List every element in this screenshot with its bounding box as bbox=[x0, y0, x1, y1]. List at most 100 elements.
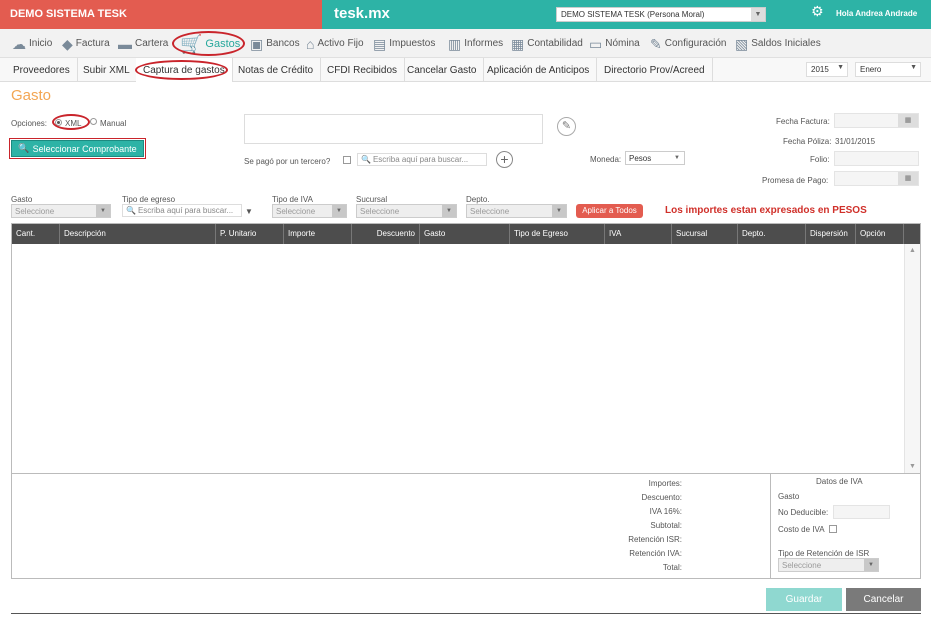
menu-item-cartera[interactable]: ▬ Cartera bbox=[118, 29, 168, 58]
menu-item-label: Cartera bbox=[135, 38, 169, 49]
bank-icon: ▣ bbox=[250, 35, 264, 52]
column-header[interactable]: Importe bbox=[284, 224, 352, 244]
retention-type-select[interactable]: Seleccione ▼ bbox=[778, 558, 879, 572]
card-icon: ▭ bbox=[589, 35, 603, 52]
chevron-down-icon: ▼ bbox=[442, 205, 456, 217]
iva-panel-gasto-label: Gasto bbox=[778, 492, 800, 501]
gasto-filter-label: Gasto bbox=[11, 195, 33, 204]
menu-item-contabilidad[interactable]: ▦ Contabilidad bbox=[511, 29, 583, 58]
menu-item-bancos[interactable]: ▣ Bancos bbox=[250, 29, 300, 58]
invoice-date-label: Fecha Factura: bbox=[776, 117, 830, 126]
depto-filter-select[interactable]: Seleccione ▼ bbox=[466, 204, 567, 218]
scroll-up-icon[interactable]: ▲ bbox=[909, 247, 916, 254]
menu-item-factura[interactable]: ◆ Factura bbox=[62, 29, 110, 58]
no-deducible-field[interactable] bbox=[833, 505, 890, 519]
iva-data-panel: Datos de IVA Gasto No Deducible: Costo d… bbox=[770, 474, 920, 579]
sucursal-filter-select[interactable]: Seleccione ▼ bbox=[356, 204, 457, 218]
gear-icon[interactable]: ⚙ bbox=[811, 4, 825, 18]
menu-item-label: Saldos Iniciales bbox=[751, 38, 821, 49]
column-header[interactable]: Depto. bbox=[738, 224, 806, 244]
menu-item-label: Activo Fijo bbox=[317, 38, 364, 49]
tab-subir-xml[interactable]: Subir XML bbox=[76, 58, 138, 82]
menu-item-nomina[interactable]: ▭ Nómina bbox=[589, 29, 640, 58]
select-voucher-label: Seleccionar Comprobante bbox=[32, 143, 137, 154]
save-button[interactable]: Guardar bbox=[766, 588, 842, 611]
iva-filter-select[interactable]: Seleccione ▼ bbox=[272, 204, 347, 218]
menu-item-activo-fijo[interactable]: ⌂ Activo Fijo bbox=[306, 29, 364, 58]
retention-type-label: Tipo de Retención de ISR bbox=[778, 549, 870, 558]
egreso-search-input[interactable]: 🔍 Escriba aquí para buscar... bbox=[122, 204, 242, 217]
column-header[interactable]: P. Unitario bbox=[216, 224, 284, 244]
folio-field[interactable] bbox=[834, 151, 919, 166]
column-header[interactable]: Opción bbox=[856, 224, 904, 244]
column-header[interactable]: Gasto bbox=[420, 224, 510, 244]
column-header[interactable]: IVA bbox=[605, 224, 672, 244]
column-header[interactable]: Descripción bbox=[60, 224, 216, 244]
tab-cancelar-gasto[interactable]: Cancelar Gasto bbox=[400, 58, 485, 82]
menu-item-label: Impuestos bbox=[389, 38, 436, 49]
third-party-checkbox[interactable] bbox=[343, 156, 351, 164]
year-select-value: 2015 bbox=[811, 65, 829, 74]
chevron-down-icon: ▼ bbox=[552, 205, 566, 217]
descuento-label: Descuento: bbox=[641, 493, 682, 502]
wrench-icon: ✎ bbox=[650, 35, 662, 52]
cancel-button[interactable]: Cancelar bbox=[846, 588, 921, 611]
tab-cfdi-recibidos[interactable]: CFDI Recibidos bbox=[320, 58, 406, 82]
menu-item-impuestos[interactable]: ▤ Impuestos bbox=[373, 29, 435, 58]
voucher-textarea[interactable] bbox=[244, 114, 543, 144]
egreso-search-placeholder: Escriba aquí para buscar... bbox=[137, 206, 234, 215]
chevron-down-icon[interactable]: ▼ bbox=[245, 207, 253, 216]
calendar-icon[interactable]: ▦ bbox=[898, 172, 918, 185]
costo-iva-checkbox[interactable] bbox=[829, 525, 837, 533]
radio-manual[interactable] bbox=[90, 118, 97, 125]
sucursal-filter-label: Sucursal bbox=[356, 195, 388, 204]
apply-all-button[interactable]: Aplicar a Todos bbox=[576, 204, 643, 218]
depto-filter-label: Depto. bbox=[466, 195, 490, 204]
table-header: Cant. Descripción P. Unitario Importe De… bbox=[12, 224, 920, 244]
top-bar: DEMO SISTEMA TESK tesk.mx DEMO SISTEMA T… bbox=[0, 0, 931, 29]
company-select-value: DEMO SISTEMA TESK (Persona Moral) bbox=[561, 10, 705, 19]
table-scrollbar[interactable]: ▲ ▼ bbox=[904, 244, 920, 473]
currency-select[interactable]: Pesos ▼ bbox=[625, 151, 685, 165]
menu-item-informes[interactable]: ▥ Informes bbox=[448, 29, 503, 58]
company-select[interactable]: DEMO SISTEMA TESK (Persona Moral) ▼ bbox=[556, 7, 766, 22]
month-select[interactable]: Enero ▼ bbox=[855, 62, 921, 77]
column-header[interactable]: Cant. bbox=[12, 224, 60, 244]
chevron-down-icon: ▼ bbox=[837, 64, 844, 71]
pencil-icon[interactable]: ✎ bbox=[557, 117, 576, 136]
tab-proveedores[interactable]: Proveedores bbox=[6, 58, 78, 82]
column-header[interactable]: Tipo de Egreso bbox=[510, 224, 605, 244]
gasto-filter-select[interactable]: Seleccione ▼ bbox=[11, 204, 111, 218]
column-header[interactable]: Dispersión bbox=[806, 224, 856, 244]
house-icon: ⌂ bbox=[306, 35, 315, 52]
column-header[interactable]: Sucursal bbox=[672, 224, 738, 244]
egreso-filter-label: Tipo de egreso bbox=[122, 195, 176, 204]
invoice-date-field[interactable]: ▦ bbox=[834, 113, 919, 128]
calendar-icon[interactable]: ▦ bbox=[898, 114, 918, 127]
tab-aplicacion-anticipos[interactable]: Aplicación de Anticipos bbox=[480, 58, 598, 82]
main-menu: ☁ Inicio ◆ Factura ▬ Cartera 🛒 Gastos ▣ … bbox=[0, 29, 931, 58]
menu-item-inicio[interactable]: ☁ Inicio bbox=[12, 29, 52, 58]
year-select[interactable]: 2015 ▼ bbox=[806, 62, 848, 77]
menu-item-label: Nómina bbox=[605, 38, 640, 49]
total-label: Total: bbox=[662, 563, 682, 572]
scroll-down-icon[interactable]: ▼ bbox=[909, 463, 916, 470]
currency-select-value: Pesos bbox=[629, 154, 652, 163]
cloud-icon: ☁ bbox=[12, 35, 26, 52]
payment-promise-field[interactable]: ▦ bbox=[834, 171, 919, 186]
user-greeting[interactable]: Hola Andrea Andrade bbox=[836, 9, 917, 18]
third-party-search-input[interactable]: 🔍 Escriba aquí para buscar... bbox=[357, 153, 487, 166]
briefcase-icon: ▤ bbox=[373, 35, 387, 52]
policy-date-value: 31/01/2015 bbox=[835, 137, 876, 146]
depto-filter-value: Seleccione bbox=[470, 207, 510, 216]
menu-item-configuracion[interactable]: ✎ Configuración bbox=[650, 29, 726, 58]
company-name: DEMO SISTEMA TESK bbox=[0, 0, 322, 29]
add-icon[interactable]: + bbox=[496, 151, 513, 168]
column-header[interactable]: Descuento bbox=[352, 224, 420, 244]
costo-iva-label: Costo de IVA bbox=[778, 525, 825, 534]
tab-notas-de-credito[interactable]: Notas de Crédito bbox=[231, 58, 322, 82]
menu-item-saldos-iniciales[interactable]: ▧ Saldos Iniciales bbox=[735, 29, 821, 58]
select-voucher-button[interactable]: 🔍 Seleccionar Comprobante bbox=[9, 138, 146, 159]
page-title: Gasto bbox=[11, 87, 52, 104]
tab-directorio[interactable]: Directorio Prov/Acreed bbox=[597, 58, 713, 82]
